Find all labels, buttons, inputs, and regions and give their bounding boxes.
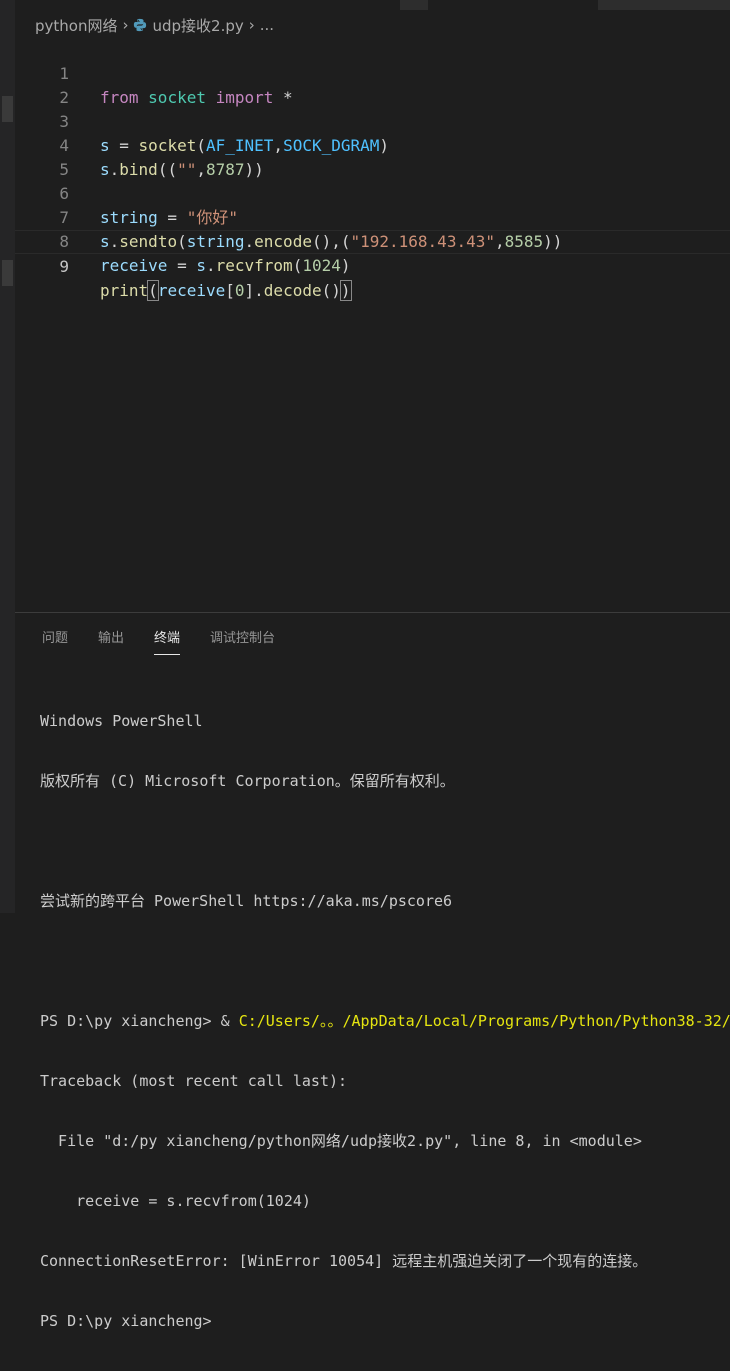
code-text[interactable]: receive = s.recvfrom(1024)	[100, 254, 351, 278]
strip-marker	[2, 96, 13, 122]
terminal-command: C:/Users/。。/AppData/Local/Programs/Pytho…	[238, 1012, 730, 1030]
scroll-indicator[interactable]	[400, 0, 428, 10]
code-line[interactable]: 1 from socket import *	[15, 38, 730, 107]
tab-debug-console[interactable]: 调试控制台	[210, 627, 275, 655]
breadcrumb-ellipsis[interactable]: ...	[260, 16, 274, 34]
code-line-current[interactable]: 9 print(receive[0].decode())	[15, 230, 730, 301]
scroll-indicator[interactable]	[598, 0, 730, 10]
tab-terminal[interactable]: 终端	[154, 627, 181, 655]
terminal-output[interactable]: Windows PowerShell 版权所有 (C) Microsoft Co…	[40, 671, 730, 1371]
tab-output[interactable]: 输出	[98, 627, 124, 655]
terminal-command-line: PS D:\py xiancheng> & C:/Users/。。/AppDat…	[40, 1011, 730, 1031]
breadcrumb: python网络 › udp接收2.py › ...	[35, 14, 274, 36]
activity-strip	[0, 0, 15, 913]
code-line[interactable]: 4 s.bind(("",8787))	[15, 110, 730, 179]
panel-tabs: 问题 输出 终端 调试控制台	[42, 627, 305, 655]
breadcrumb-file[interactable]: udp接收2.py	[152, 15, 243, 36]
terminal-prompt: PS D:\py xiancheng> &	[40, 1012, 239, 1030]
code-line[interactable]: 8 receive = s.recvfrom(1024)	[15, 206, 730, 275]
terminal-line: Windows PowerShell	[40, 712, 203, 730]
terminal-line: 版权所有 (C) Microsoft Corporation。保留所有权利。	[40, 772, 455, 790]
terminal-line: 尝试新的跨平台 PowerShell https://aka.ms/pscore…	[40, 892, 453, 910]
code-line[interactable]: 6 string = "你好"	[15, 158, 730, 227]
python-file-icon	[134, 18, 147, 32]
code-line[interactable]: 2	[15, 62, 730, 107]
code-line[interactable]: 5	[15, 134, 730, 179]
terminal-prompt-line[interactable]: PS D:\py xiancheng>	[40, 1311, 730, 1331]
strip-marker	[2, 260, 13, 286]
terminal-line: Traceback (most recent call last):	[40, 1072, 348, 1090]
line-number: 9	[59, 257, 69, 276]
bottom-panel: 问题 输出 终端 调试控制台 Windows PowerShell 版权所有 (…	[15, 612, 730, 1330]
code-text[interactable]: print(receive[0].decode())	[100, 279, 352, 303]
code-line[interactable]: 3 s = socket(AF_INET,SOCK_DGRAM)	[15, 86, 730, 155]
breadcrumb-folder[interactable]: python网络	[35, 15, 117, 36]
terminal-line: ConnectionResetError: [WinError 10054] 远…	[40, 1252, 648, 1270]
terminal-line: File "d:/py xiancheng/python网络/udp接收2.py…	[40, 1132, 642, 1150]
chevron-right-icon: ›	[248, 16, 255, 34]
chevron-right-icon: ›	[122, 16, 129, 34]
code-line[interactable]: 7 s.sendto(string.encode(),("192.168.43.…	[15, 182, 730, 251]
code-editor[interactable]: 1 from socket import * 2 3 s = socket(AF…	[15, 38, 730, 301]
terminal-line: receive = s.recvfrom(1024)	[40, 1192, 311, 1210]
tab-problems[interactable]: 问题	[42, 627, 68, 655]
